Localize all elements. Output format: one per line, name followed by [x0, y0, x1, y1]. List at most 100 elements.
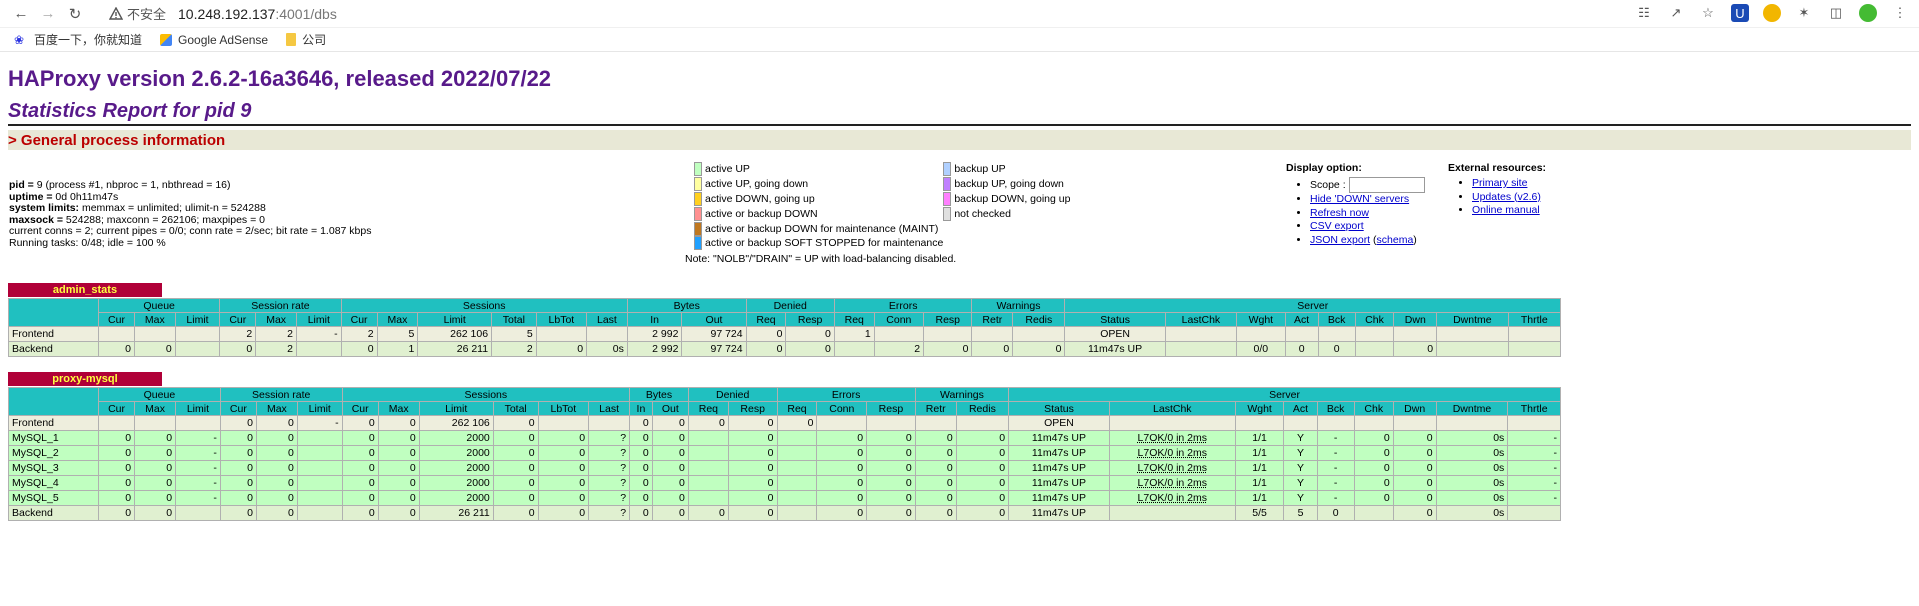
table-cell: 0 — [1353, 490, 1394, 506]
table-cell: 5 — [491, 326, 537, 342]
table-cell: 0 — [219, 430, 257, 446]
share-icon[interactable]: ↗ — [1667, 4, 1685, 22]
proxy-name[interactable]: admin_stats — [8, 283, 162, 297]
row-name[interactable]: Backend — [8, 505, 99, 521]
table-cell: 0 — [1317, 341, 1356, 357]
proxy-name[interactable]: proxy-mysql — [8, 372, 162, 386]
table-cell: 0 — [914, 475, 957, 491]
table-cell — [1507, 341, 1562, 357]
process-info-value: memmax = unlimited; ulimit-n = 524288 — [81, 202, 266, 215]
table-cell: 0 — [255, 460, 298, 476]
extension-badge-icon[interactable] — [1763, 4, 1781, 22]
row-name[interactable]: MySQL_2 — [8, 445, 99, 461]
table-cell: 0 — [1353, 460, 1394, 476]
row-name[interactable]: MySQL_5 — [8, 490, 99, 506]
general-info: pid = 9 (process #1, nbproc = 1, nbthrea… — [8, 150, 1911, 280]
security-warning[interactable]: 不安全 — [109, 4, 166, 23]
table-cell: 0 — [377, 415, 420, 431]
extension-shield-icon[interactable]: U — [1731, 4, 1749, 22]
table-row: MySQL_1 0 0-0 0 0 0 2000 0 0? 0 0 0 0 0 0 0 11m47s UP L7O… — [8, 430, 1561, 446]
table-row: MySQL_3 0 0-0 0 0 0 2000 0 0? 0 0 0 0 0 0 0 11m47s UP L7O… — [8, 460, 1561, 476]
translate-icon[interactable]: ☷ — [1635, 4, 1653, 22]
refresh-link[interactable]: Refresh now — [1310, 207, 1369, 219]
back-icon[interactable]: ← — [10, 3, 32, 25]
profile-avatar[interactable] — [1859, 4, 1877, 22]
table-cell: 0 — [219, 415, 257, 431]
process-info-key: pid = — [9, 179, 37, 191]
table-cell: 0 — [219, 460, 257, 476]
table-cell: 2 992 — [626, 326, 683, 342]
column-header: In — [626, 312, 683, 327]
table-cell: 0 — [1392, 430, 1437, 446]
table-cell: 0 — [971, 341, 1014, 357]
row-name[interactable]: MySQL_4 — [8, 475, 99, 491]
table-cell — [687, 490, 729, 506]
column-header: Conn — [816, 401, 868, 416]
table-cell: 0 — [377, 430, 420, 446]
table-cell: Y — [1283, 445, 1318, 461]
table-cell: 0 — [1012, 341, 1066, 357]
schema-link[interactable]: schema — [1377, 234, 1414, 246]
table-cell: 0 — [816, 505, 868, 521]
address-bar[interactable]: 10.248.192.137:4001/dbs — [178, 6, 337, 22]
bookmark-folder[interactable]: 公司 — [286, 31, 326, 48]
status-legend: active UP backup UP active UP, going down b… — [685, 162, 1070, 265]
bookmark-baidu[interactable]: ❀ 百度一下，你就知道 — [14, 31, 142, 48]
legend-swatch — [694, 191, 702, 206]
table-cell: 2 — [340, 326, 378, 342]
legend-entry: active or backup DOWN for maintenance (M… — [694, 221, 943, 236]
table-cell — [1436, 326, 1509, 342]
csv-export-link[interactable]: CSV export — [1310, 220, 1364, 232]
table-cell: 0 — [219, 445, 257, 461]
online-manual-link[interactable]: Online manual — [1472, 204, 1540, 216]
version-title: HAProxy version 2.6.2-16a3646, released … — [8, 66, 552, 91]
json-export-link[interactable]: JSON export — [1310, 234, 1370, 246]
bookmark-adsense[interactable]: Google AdSense — [160, 33, 268, 47]
legend-swatch — [694, 221, 702, 236]
table-cell: 11m47s UP — [1064, 341, 1166, 357]
table-cell: 0 — [341, 460, 379, 476]
bookmark-star-icon[interactable]: ☆ — [1699, 4, 1717, 22]
table-cell — [1236, 326, 1286, 342]
menu-icon[interactable]: ⋮ — [1891, 4, 1909, 22]
table-cell — [687, 445, 729, 461]
table-cell: - — [175, 445, 221, 461]
table-cell: 0s — [1435, 460, 1509, 476]
table-cell: 0 — [1284, 341, 1319, 357]
sidepanel-icon[interactable]: ◫ — [1827, 4, 1845, 22]
table-cell: 0/0 — [1236, 341, 1286, 357]
table-cell: 0 — [629, 490, 653, 506]
table-cell: L7OK/0 in 2ms — [1108, 445, 1236, 461]
primary-site-link[interactable]: Primary site — [1472, 177, 1527, 189]
proxy-tables: admin_stats Queue Session rate Sessions Byte… — [8, 280, 1911, 521]
table-cell: - — [175, 430, 221, 446]
table-cell: 0 — [1393, 341, 1438, 357]
table-cell: 0 — [492, 415, 539, 431]
column-header: Req — [833, 312, 875, 327]
table-cell: 0 — [219, 505, 257, 521]
row-name[interactable]: MySQL_3 — [8, 460, 99, 476]
scope-input[interactable] — [1348, 177, 1425, 193]
row-name[interactable]: Frontend — [8, 326, 99, 342]
column-header: Cur — [219, 401, 257, 416]
puzzle-icon[interactable]: ✶ — [1795, 4, 1813, 22]
table-cell — [1164, 326, 1238, 342]
reload-icon[interactable]: ↻ — [64, 3, 86, 25]
table-cell — [1108, 505, 1236, 521]
table-cell: 11m47s UP — [1008, 460, 1110, 476]
updates-link[interactable]: Updates (v2.6) — [1472, 191, 1541, 203]
forward-icon[interactable]: → — [37, 3, 59, 25]
process-info-value: 0d 0h11m47s — [55, 190, 119, 203]
hide-down-link[interactable]: Hide 'DOWN' servers — [1310, 193, 1409, 205]
row-name[interactable]: Backend — [8, 341, 99, 357]
table-cell: - — [175, 490, 221, 506]
row-name[interactable]: MySQL_1 — [8, 430, 99, 446]
row-name[interactable]: Frontend — [8, 415, 99, 431]
table-cell — [687, 475, 729, 491]
legend-label: active or backup DOWN — [705, 207, 818, 220]
warning-icon — [109, 7, 123, 20]
table-cell: 0 — [816, 430, 868, 446]
table-cell: - — [296, 415, 343, 431]
table-cell — [1164, 341, 1238, 357]
table-cell — [296, 490, 343, 506]
